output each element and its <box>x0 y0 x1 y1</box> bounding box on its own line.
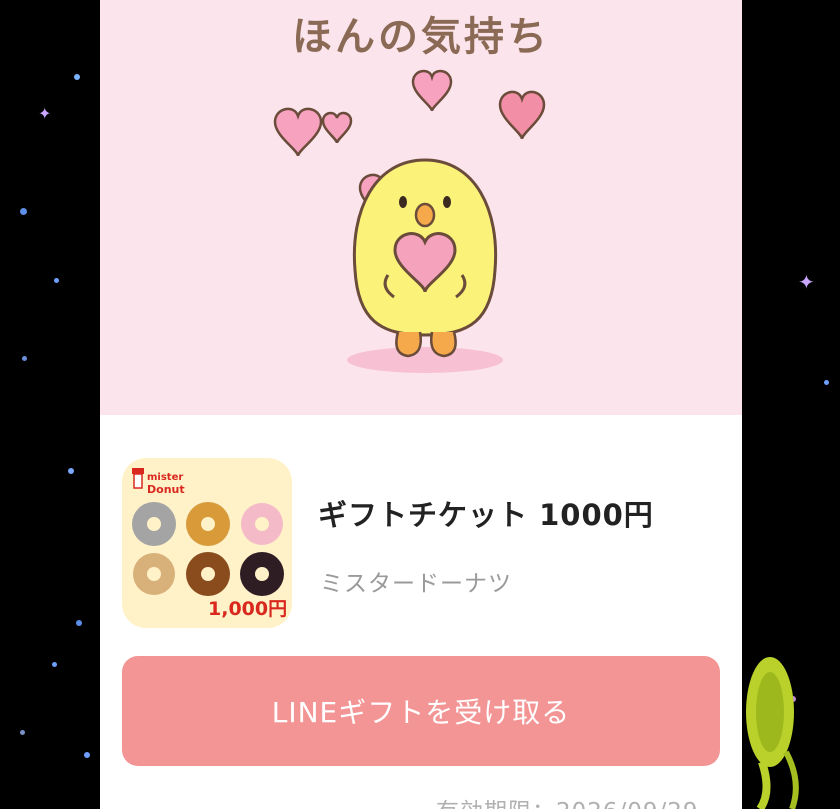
banner-title: ほんの気持ち <box>292 13 550 60</box>
receive-gift-button[interactable]: LINEギフトを受け取る <box>122 656 720 766</box>
star-dot <box>52 662 57 667</box>
image-price-label: 1,000円 <box>208 598 288 620</box>
product-name: ギフトチケット 1000円 <box>318 498 654 532</box>
logo-line1: mister <box>147 472 183 483</box>
star-dot <box>76 620 82 626</box>
logo-line2: Donut <box>147 483 185 496</box>
star-dot <box>84 752 90 758</box>
sparkle-icon: ✦ <box>38 104 52 123</box>
star-dot <box>54 278 59 283</box>
star-dot <box>22 356 27 361</box>
donuts-picture <box>132 502 284 596</box>
product-image: mister Donut 1,000円 <box>122 458 292 628</box>
side-decoration <box>742 652 840 809</box>
star-dot <box>824 380 829 385</box>
star-dot <box>68 468 74 474</box>
gift-banner: ほんの気持ち <box>100 0 742 415</box>
chick-hearts-illustration <box>273 69 546 373</box>
expiry-date: 有効期限：2026/09/29 <box>436 792 699 809</box>
star-dot <box>20 730 25 735</box>
sparkle-icon: ✦ <box>798 270 815 294</box>
star-dot <box>20 208 27 215</box>
star-dot <box>74 74 80 80</box>
brand-name: ミスタードーナツ <box>320 571 512 597</box>
gift-card: ほんの気持ち mister Donut 1,000円 ギフトチケット 1000円… <box>100 0 742 809</box>
